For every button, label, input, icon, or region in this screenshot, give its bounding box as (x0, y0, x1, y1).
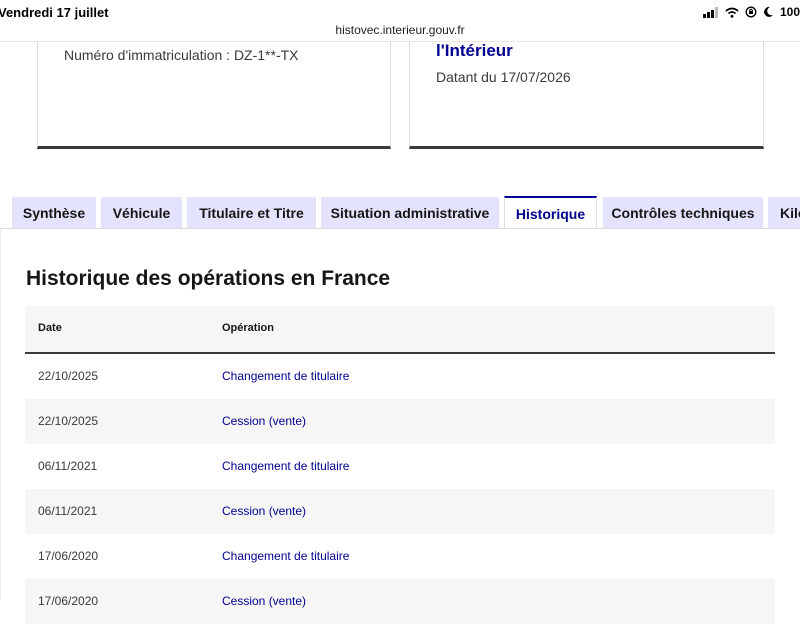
column-header-date: Date (38, 322, 62, 334)
screen-rotation-lock-icon (745, 6, 757, 18)
battery-percentage: 100 (779, 5, 800, 19)
section-title: Historique des opérations en France (26, 267, 391, 290)
report-date: Datant du 17/07/2026 (436, 69, 571, 85)
row-date: 06/11/2021 (38, 459, 98, 473)
table-row: 22/10/2025 Cession (vente) (25, 399, 775, 444)
tab-panel-border (0, 228, 800, 229)
tab-kilometrage[interactable]: Kilo (768, 197, 800, 228)
table-row: 06/11/2021 Changement de titulaire (25, 444, 775, 489)
tab-historique[interactable]: Historique (504, 196, 597, 229)
registration-number: Numéro d'immatriculation : DZ-1**-TX (64, 47, 299, 63)
tab-vehicule[interactable]: Véhicule (101, 197, 182, 228)
tab-controles-techniques[interactable]: Contrôles techniques (603, 197, 763, 228)
row-operation[interactable]: Changement de titulaire (222, 459, 349, 473)
tab-titulaire-et-titre[interactable]: Titulaire et Titre (187, 197, 316, 228)
row-date: 06/11/2021 (38, 504, 98, 518)
signal-icon (702, 6, 718, 18)
vehicle-card: Numéro d'immatriculation : DZ-1**-TX (37, 42, 391, 149)
row-operation[interactable]: Changement de titulaire (222, 549, 349, 563)
row-operation[interactable]: Cession (vente) (222, 504, 306, 518)
row-date: 22/10/2025 (38, 414, 99, 428)
table-row: 17/06/2020 Cession (vente) (25, 579, 775, 624)
column-header-operation: Opération (222, 322, 274, 334)
url-bar[interactable]: histovec.interieur.gouv.fr (0, 23, 800, 37)
table-header: Date Opération (25, 306, 775, 354)
status-icons: 100 (702, 5, 800, 19)
tab-synthese[interactable]: Synthèse (12, 197, 96, 228)
wifi-icon (725, 7, 739, 18)
report-source-card: l'Intérieur Datant du 17/07/2026 (409, 41, 764, 149)
tab-situation-administrative[interactable]: Situation administrative (321, 197, 499, 228)
do-not-disturb-icon (764, 6, 773, 17)
table-row: 22/10/2025 Changement de titulaire (25, 354, 775, 399)
table-row: 06/11/2021 Cession (vente) (25, 489, 775, 534)
row-operation[interactable]: Changement de titulaire (222, 369, 349, 383)
row-date: 22/10/2025 (38, 369, 99, 383)
row-operation[interactable]: Cession (vente) (222, 414, 306, 428)
status-time: Vendredi 17 juillet (0, 5, 109, 20)
table-row: 17/06/2020 Changement de titulaire (25, 534, 775, 579)
row-date: 17/06/2020 (38, 549, 99, 563)
row-operation[interactable]: Cession (vente) (222, 594, 306, 608)
report-source-title: l'Intérieur (436, 41, 513, 60)
tab-panel-left-border (0, 229, 1, 600)
history-table: Date Opération 22/10/2025 Changement de … (25, 306, 775, 624)
row-date: 17/06/2020 (38, 594, 99, 608)
tab-bar: Synthèse Véhicule Titulaire et Titre Sit… (0, 196, 800, 229)
